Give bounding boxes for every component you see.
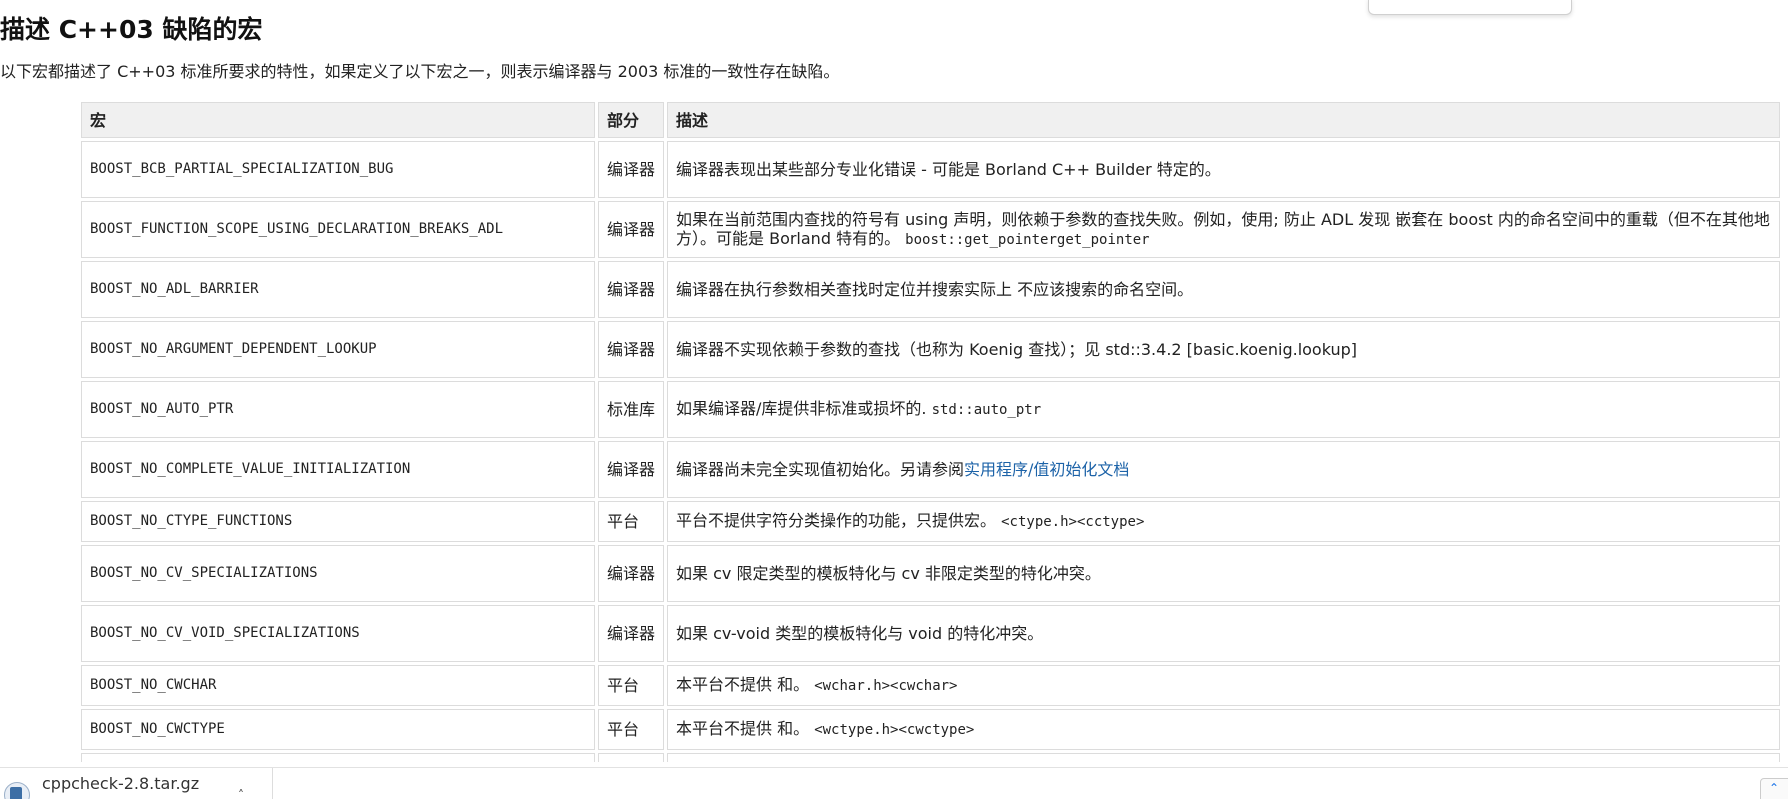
part-cell: 编译器 xyxy=(598,321,664,378)
description-cell: 编译器表现出某些部分专业化错误 - 可能是 Borland C++ Builde… xyxy=(667,141,1780,198)
description-cell: 如果在当前范围内查找的符号有 using 声明，则依赖于参数的查找失败。例如，使… xyxy=(667,201,1780,258)
macro-cell: BOOST_NO_CV_VOID_SPECIALIZATIONS xyxy=(81,605,595,662)
part-cell: 编译器 xyxy=(598,441,664,498)
inline-code: boost::get_pointerget_pointer xyxy=(905,231,1150,248)
part-cell: 编译器 xyxy=(598,201,664,258)
part-cell: 编译器 xyxy=(598,605,664,662)
macro-cell: BOOST_NO_ARGUMENT_DEPENDENT_LOOKUP xyxy=(81,321,595,378)
inline-code: std::auto_ptr xyxy=(931,402,1042,418)
part-cell: 标准库 xyxy=(598,381,664,438)
part-cell: 编译器 xyxy=(598,141,664,198)
macro-table-container: 宏 部分 描述 BOOST_BCB_PARTIAL_SPECIALIZATION… xyxy=(81,102,1780,762)
header-macro: 宏 xyxy=(81,102,595,138)
table-row: BOOST_NO_CTYPE_FUNCTIONS 平台 平台不提供字符分类操作的… xyxy=(81,501,1780,542)
download-filename[interactable]: cppcheck-2.8.tar.gz xyxy=(42,774,199,793)
description-cell: 平台不提供字符分类操作的功能，只提供宏。 <ctype.h><cctype> xyxy=(667,501,1780,542)
page-title: 描述 C++03 缺陷的宏 xyxy=(0,15,263,44)
chevron-up-icon[interactable]: ˄ xyxy=(238,788,244,799)
dropdown-panel[interactable] xyxy=(1368,0,1572,15)
description-text: 本平台不提供 和。 xyxy=(676,675,810,694)
show-all-downloads-button[interactable]: ⌃ xyxy=(1760,778,1788,799)
macro-cell: BOOST_NO_COMPLETE_VALUE_INITIALIZATION xyxy=(81,441,595,498)
inline-code: <wchar.h><cwchar> xyxy=(814,678,958,694)
inline-code: <ctype.h><cctype> xyxy=(1001,514,1145,530)
download-bar: cppcheck-2.8.tar.gz ˄ ⌃ xyxy=(0,767,1788,799)
table-row: BOOST_NO_COMPLETE_VALUE_INITIALIZATION 编… xyxy=(81,441,1780,498)
macro-cell: BOOST_NO_CTYPE_FUNCTIONS xyxy=(81,501,595,542)
inline-code: <wctype.h><cwctype> xyxy=(814,722,975,738)
part-cell: 平台 xyxy=(598,665,664,706)
archive-file-icon xyxy=(4,782,30,799)
table-row: BOOST_BCB_PARTIAL_SPECIALIZATION_BUG 编译器… xyxy=(81,141,1780,198)
table-row: BOOST_NO_ADL_BARRIER 编译器 编译器在执行参数相关查找时定位… xyxy=(81,261,1780,318)
description-cell: 如果编译器/库提供非标准或损坏的. std::auto_ptr xyxy=(667,381,1780,438)
macro-cell: BOOST_NO_CWCTYPE xyxy=(81,709,595,750)
table-row: 平台 xyxy=(81,753,1780,762)
macro-cell: BOOST_BCB_PARTIAL_SPECIALIZATION_BUG xyxy=(81,141,595,198)
part-cell: 平台 xyxy=(598,501,664,542)
part-cell: 平台 xyxy=(598,753,664,762)
table-row: BOOST_NO_CV_VOID_SPECIALIZATIONS 编译器 如果 … xyxy=(81,605,1780,662)
table-row: BOOST_NO_CWCTYPE 平台 本平台不提供 和。 <wctype.h>… xyxy=(81,709,1780,750)
table-row: BOOST_FUNCTION_SCOPE_USING_DECLARATION_B… xyxy=(81,201,1780,258)
description-cell: 本平台不提供 和。 <wchar.h><cwchar> xyxy=(667,665,1780,706)
macro-cell: BOOST_NO_CV_SPECIALIZATIONS xyxy=(81,545,595,602)
header-part: 部分 xyxy=(598,102,664,138)
part-cell: 编译器 xyxy=(598,261,664,318)
description-cell: 如果 cv 限定类型的模板特化与 cv 非限定类型的特化冲突。 xyxy=(667,545,1780,602)
macro-cell: BOOST_NO_CWCHAR xyxy=(81,665,595,706)
page: 描述 C++03 缺陷的宏 以下宏都描述了 C++03 标准所要求的特性，如果定… xyxy=(0,0,1788,799)
part-cell: 编译器 xyxy=(598,545,664,602)
description-text: 平台不提供字符分类操作的功能，只提供宏。 xyxy=(676,511,997,530)
description-cell: 编译器不实现依赖于参数的查找（也称为 Koenig 查找）；见 std::3.4… xyxy=(667,321,1780,378)
macro-cell: BOOST_FUNCTION_SCOPE_USING_DECLARATION_B… xyxy=(81,201,595,258)
description-cell: 如果 cv-void 类型的模板特化与 void 的特化冲突。 xyxy=(667,605,1780,662)
description-text: 本平台不提供 和。 xyxy=(676,719,810,738)
header-description: 描述 xyxy=(667,102,1780,138)
description-text: 编译器尚未完全实现值初始化。另请参阅 xyxy=(676,460,965,479)
description-cell: 编译器在执行参数相关查找时定位并搜索实际上 不应该搜索的命名空间。 xyxy=(667,261,1780,318)
description-cell: 编译器尚未完全实现值初始化。另请参阅实用程序/值初始化文档 xyxy=(667,441,1780,498)
value-init-docs-link[interactable]: 实用程序/值初始化文档 xyxy=(964,460,1129,479)
part-cell: 平台 xyxy=(598,709,664,750)
description-text: 如果编译器/库提供非标准或损坏的. xyxy=(676,399,927,418)
description-text: 如果在当前范围内查找的符号有 using 声明，则依赖于参数的查找失败。例如，使… xyxy=(676,209,1770,248)
download-item[interactable]: cppcheck-2.8.tar.gz ˄ xyxy=(0,768,273,799)
macro-cell: BOOST_NO_AUTO_PTR xyxy=(81,381,595,438)
macro-cell xyxy=(81,753,595,762)
table-header-row: 宏 部分 描述 xyxy=(81,102,1780,138)
expand-icon: ⌃ xyxy=(1769,781,1780,795)
table-row: BOOST_NO_AUTO_PTR 标准库 如果编译器/库提供非标准或损坏的. … xyxy=(81,381,1780,438)
table-row: BOOST_NO_ARGUMENT_DEPENDENT_LOOKUP 编译器 编… xyxy=(81,321,1780,378)
macro-cell: BOOST_NO_ADL_BARRIER xyxy=(81,261,595,318)
intro-text: 以下宏都描述了 C++03 标准所要求的特性，如果定义了以下宏之一，则表示编译器… xyxy=(0,62,840,81)
table-row: BOOST_NO_CV_SPECIALIZATIONS 编译器 如果 cv 限定… xyxy=(81,545,1780,602)
description-cell: 本平台不提供 和。 <wctype.h><cwctype> xyxy=(667,709,1780,750)
table-row: BOOST_NO_CWCHAR 平台 本平台不提供 和。 <wchar.h><c… xyxy=(81,665,1780,706)
description-cell xyxy=(667,753,1780,762)
macro-table: 宏 部分 描述 BOOST_BCB_PARTIAL_SPECIALIZATION… xyxy=(81,102,1780,762)
